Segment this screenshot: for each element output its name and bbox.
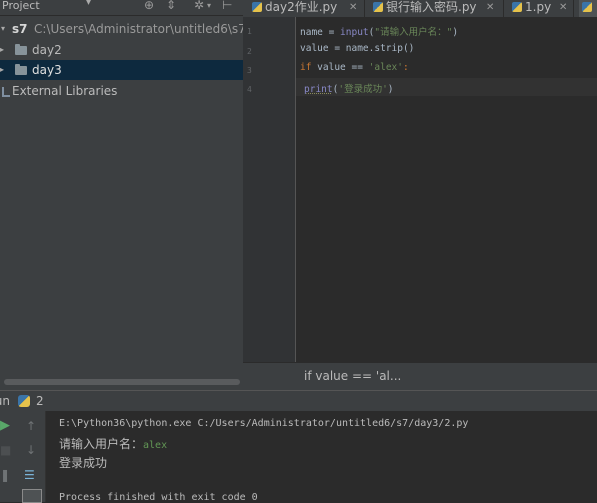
code-token: : — [402, 62, 409, 73]
close-icon[interactable]: ✕ — [349, 0, 357, 15]
console-output: 登录成功 — [59, 456, 108, 470]
chevron-right-icon[interactable]: ▸ — [0, 40, 4, 60]
tree-root-s7[interactable]: ▾ s7 C:\Users\Administrator\untitled6\s7 — [0, 19, 246, 39]
soft-wrap-icon[interactable]: ☰ — [24, 469, 35, 481]
tree-external-libraries[interactable]: External Libraries — [0, 81, 243, 101]
tab-active[interactable] — [579, 0, 597, 17]
code-string: 'alex' — [368, 62, 403, 73]
tab-divider — [573, 0, 574, 17]
gear-icon[interactable]: ✲ — [194, 0, 204, 12]
close-icon[interactable]: ✕ — [486, 0, 494, 15]
folder-label: day2 — [32, 43, 62, 57]
line-number: 4 — [247, 85, 252, 94]
scroll-to-end-icon[interactable] — [22, 489, 42, 503]
python-file-icon — [18, 395, 30, 407]
tab-divider — [503, 0, 504, 17]
collapse-icon[interactable]: ⇕ — [166, 0, 176, 12]
code-token: ) — [387, 84, 394, 95]
python-file-icon — [512, 2, 522, 12]
console-exit-message: Process finished with exit code 0 — [59, 492, 258, 503]
arrow-up-icon[interactable]: ↑ — [26, 420, 36, 432]
tab-label: 银行输入密码.py — [386, 0, 477, 14]
breadcrumb-bar — [243, 362, 597, 391]
project-panel-title[interactable]: Project — [2, 0, 40, 12]
breadcrumb[interactable]: if value == 'al... — [304, 369, 401, 383]
code-token: value = name.strip() — [300, 43, 415, 54]
code-line-4[interactable]: print('登录成功') — [304, 81, 394, 95]
code-token: ) — [452, 27, 459, 38]
code-token: name = — [300, 27, 341, 38]
external-libraries-label: External Libraries — [12, 84, 118, 98]
folder-icon — [15, 64, 27, 75]
editor-tab-bar: day2作业.py ✕ 银行输入密码.py ✕ 1.py ✕ — [243, 0, 597, 18]
python-file-icon — [373, 2, 383, 12]
project-panel-header: Project ▾ ⊕ ⇕ ✲ ▾ ⊢ — [0, 0, 243, 16]
code-line-3[interactable]: if value == 'alex': — [300, 62, 409, 73]
console-prompt: 请输入用户名： — [59, 437, 144, 451]
console-user-input: alex — [143, 440, 168, 451]
tab-day2-homework[interactable]: day2作业.py ✕ — [249, 0, 361, 17]
line-number: 1 — [247, 27, 252, 36]
close-icon[interactable]: ✕ — [559, 0, 567, 15]
folder-label: day3 — [32, 63, 62, 77]
code-builtin: print — [304, 84, 333, 95]
horizontal-scrollbar[interactable] — [4, 379, 240, 385]
folder-icon — [15, 44, 27, 55]
console-command: E:\Python36\python.exe C:/Users/Administ… — [59, 418, 469, 429]
chevron-right-icon[interactable]: ▸ — [0, 60, 4, 80]
line-number: 2 — [247, 47, 252, 56]
code-string: '登录成功' — [338, 84, 388, 95]
line-number: 3 — [247, 66, 252, 75]
gear-menu-icon[interactable]: ▾ — [207, 1, 211, 10]
run-panel-header: Run 2 — [0, 390, 597, 411]
pause-icon[interactable]: ❚ — [0, 469, 10, 481]
run-panel-title[interactable]: Run — [0, 394, 10, 408]
tree-folder-day2[interactable]: ▸ day2 — [0, 40, 243, 60]
tree-root-name: s7 — [12, 22, 28, 36]
tab-label: 1.py — [525, 0, 552, 14]
tab-divider — [364, 0, 365, 17]
code-string: "请输入用户名：" — [374, 27, 453, 38]
code-keyword: if — [300, 62, 312, 73]
code-line-2[interactable]: value = name.strip() — [300, 43, 414, 54]
tab-1-py[interactable]: 1.py ✕ — [509, 0, 569, 17]
tab-bank-password[interactable]: 银行输入密码.py ✕ — [370, 0, 500, 17]
run-config-name[interactable]: 2 — [36, 394, 44, 408]
library-icon — [2, 87, 10, 97]
rerun-icon[interactable]: ▶ — [0, 419, 10, 432]
tree-root-path: C:\Users\Administrator\untitled6\s7 — [34, 22, 246, 36]
tree-folder-day3[interactable]: ▸ day3 — [0, 60, 243, 80]
python-file-icon — [252, 2, 262, 12]
sync-icon[interactable]: ⊕ — [144, 0, 154, 12]
hide-panel-icon[interactable]: ⊢ — [222, 0, 232, 12]
chevron-down-icon[interactable]: ▾ — [86, 0, 91, 8]
code-token: value == — [311, 62, 369, 73]
chevron-down-icon[interactable]: ▾ — [1, 19, 5, 39]
console-prompt-line: 请输入用户名：alex — [59, 435, 167, 452]
run-toolbar: ▶ ↑ ■ ↓ ❚ ☰ — [0, 411, 46, 503]
code-line-1[interactable]: name = input("请输入用户名：") — [300, 24, 458, 38]
arrow-down-icon[interactable]: ↓ — [26, 444, 36, 456]
python-file-icon — [582, 2, 592, 12]
stop-icon[interactable]: ■ — [0, 444, 11, 456]
tab-label: day2作业.py — [265, 0, 338, 14]
code-builtin: input — [340, 27, 369, 38]
